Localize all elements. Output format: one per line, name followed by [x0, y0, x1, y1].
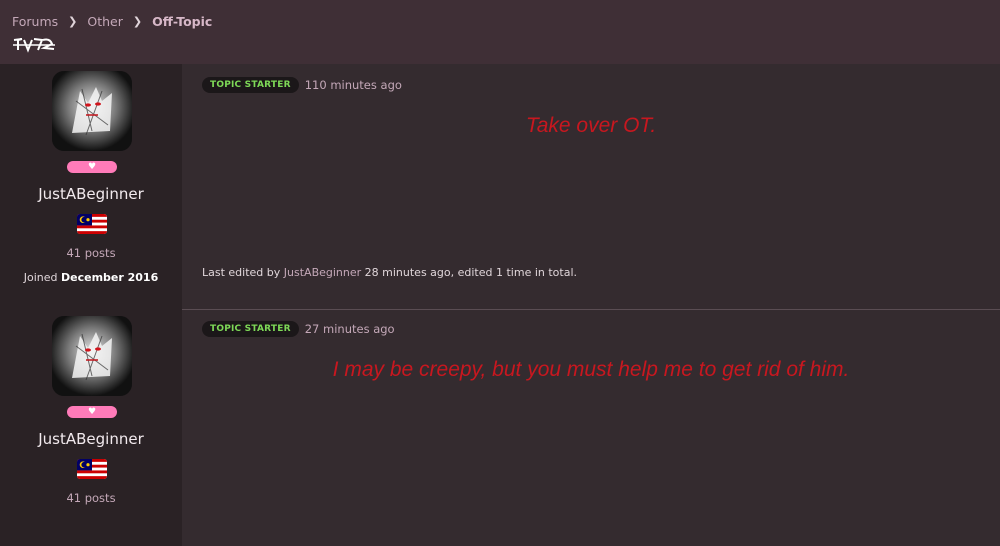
topic-starter-badge: TOPIC STARTER	[202, 77, 299, 93]
post-content: I may be creepy, but you must help me to…	[332, 358, 850, 381]
avatar[interactable]	[52, 316, 132, 396]
malaysia-flag-icon	[77, 214, 107, 234]
heart-icon: ♥	[67, 406, 117, 418]
edit-user-link[interactable]: JustABeginner	[284, 266, 361, 279]
malaysia-flag-icon	[77, 459, 107, 479]
post-time[interactable]: 110 minutes ago	[305, 78, 402, 92]
breadcrumb: Forums ❯ Other ❯ Off-Topic	[12, 14, 212, 29]
joined-value: December 2016	[61, 271, 159, 284]
wolf-avatar-icon	[52, 316, 132, 396]
edit-notice: Last edited by JustABeginner 28 minutes …	[202, 266, 577, 279]
username[interactable]: JustABeginner	[0, 185, 182, 203]
wolf-avatar-icon	[52, 71, 132, 151]
author-sidebar: ♥ JustABeginner 41 posts Joined December…	[0, 64, 182, 309]
post-time[interactable]: 27 minutes ago	[305, 322, 395, 336]
post-content: Take over OT.	[525, 114, 657, 137]
heart-icon: ♥	[67, 161, 117, 173]
topic-starter-badge: TOPIC STARTER	[202, 321, 299, 337]
edit-suffix: 28 minutes ago, edited 1 time in total.	[364, 266, 578, 279]
author-sidebar: ♥ JustABeginner 41 posts	[0, 301, 182, 546]
breadcrumb-other[interactable]: Other	[87, 14, 123, 29]
username[interactable]: JustABeginner	[0, 430, 182, 448]
post-meta: TOPIC STARTER 110 minutes ago	[202, 77, 402, 93]
post-2: ♥ JustABeginner 41 posts TOPIC STARTER 2…	[0, 301, 1000, 546]
post-count: 41 posts	[66, 246, 116, 260]
post-count: 41 posts	[66, 491, 116, 505]
post-meta: TOPIC STARTER 27 minutes ago	[202, 321, 395, 337]
breadcrumb-off-topic[interactable]: Off-Topic	[152, 14, 212, 29]
chevron-right-icon: ❯	[132, 15, 143, 28]
edit-prefix: Last edited by	[202, 266, 281, 279]
avatar[interactable]	[52, 71, 132, 151]
post-1: ♥ JustABeginner 41 posts Joined December…	[0, 64, 1000, 310]
forum-header: Forums ❯ Other ❯ Off-Topic	[0, 0, 1000, 64]
joined-date: Joined December 2016	[0, 271, 182, 284]
breadcrumb-forums[interactable]: Forums	[12, 14, 58, 29]
joined-label: Joined	[23, 271, 58, 284]
chevron-right-icon: ❯	[68, 15, 78, 28]
scribble-logo-icon	[13, 38, 55, 53]
